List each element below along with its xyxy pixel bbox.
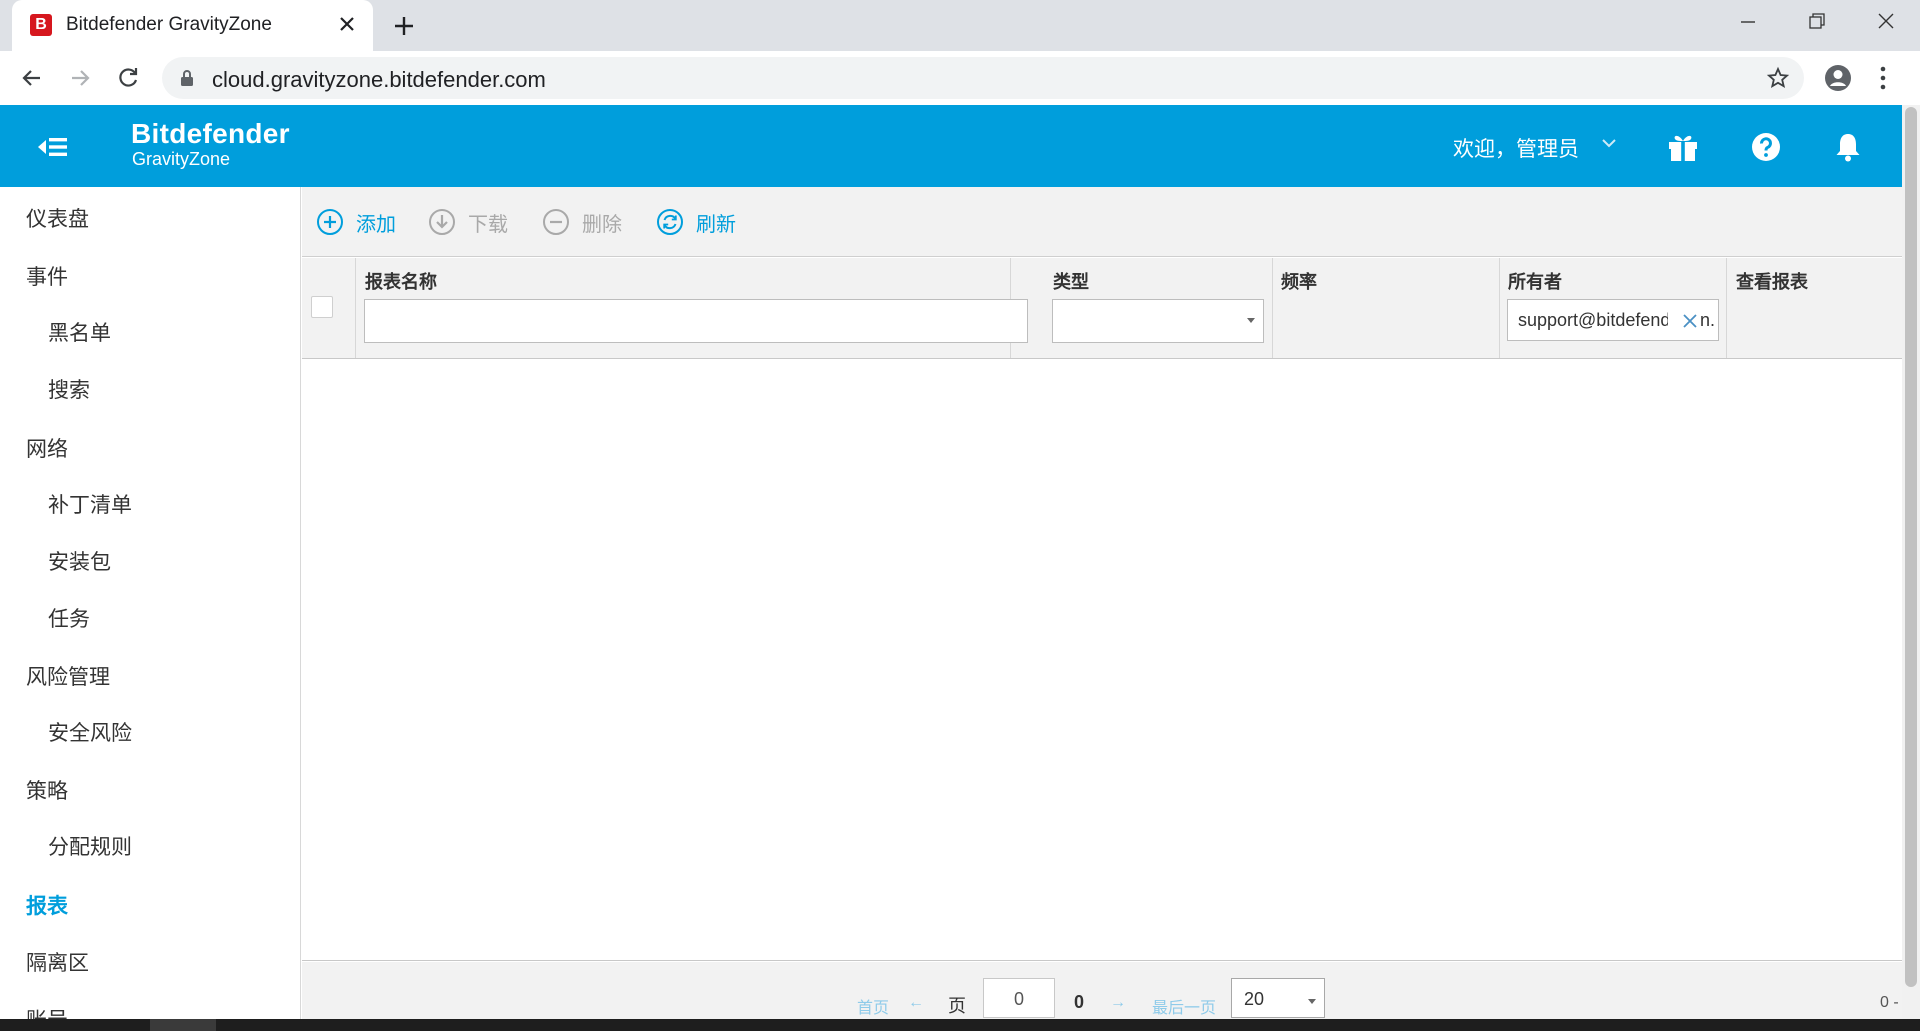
- column-label-frequency[interactable]: 频率: [1281, 268, 1317, 294]
- download-report-button[interactable]: 下载: [428, 207, 508, 237]
- collapse-menu-icon[interactable]: [36, 133, 70, 161]
- url-text: cloud.gravityzone.bitdefender.com: [212, 67, 546, 92]
- last-page-link[interactable]: 最后一页: [1152, 994, 1216, 1018]
- owner-filter-value: support@bitdefender.com: [1518, 310, 1668, 330]
- taskbar-app-button[interactable]: [150, 1019, 216, 1031]
- help-icon[interactable]: [1750, 131, 1782, 163]
- page-label: 页: [948, 996, 966, 1016]
- sidebar-item-patch-inventory[interactable]: 补丁清单: [48, 489, 132, 519]
- first-page-link[interactable]: 首页: [857, 994, 889, 1018]
- sidebar-item-tasks[interactable]: 任务: [48, 603, 90, 633]
- page-number-input[interactable]: 0: [983, 978, 1055, 1018]
- browser-tab[interactable]: B Bitdefender GravityZone: [12, 0, 373, 51]
- forward-icon[interactable]: [66, 64, 94, 92]
- column-view-report: 查看报表: [1727, 258, 1902, 358]
- dropdown-arrow-icon: [1247, 318, 1255, 323]
- sidebar-item-network[interactable]: 网络: [26, 433, 68, 463]
- brand-name: Bitdefender: [131, 118, 290, 149]
- sidebar-item-search[interactable]: 搜索: [48, 374, 90, 404]
- close-tab-icon[interactable]: [335, 12, 359, 36]
- sidebar-item-packages[interactable]: 安装包: [48, 546, 111, 576]
- minimize-icon[interactable]: [1718, 0, 1778, 44]
- sidebar-item-dashboard[interactable]: 仪表盘: [26, 203, 89, 233]
- download-circle-icon: [429, 209, 455, 235]
- browser-tab-bar: B Bitdefender GravityZone: [0, 0, 1920, 51]
- sidebar-item-security-risks[interactable]: 安全风险: [48, 717, 132, 747]
- page-scrollbar[interactable]: [1902, 105, 1920, 1019]
- report-name-filter-input[interactable]: [364, 299, 1028, 343]
- sidebar-item-policies[interactable]: 策略: [26, 775, 68, 805]
- refresh-circle-icon: [657, 209, 683, 235]
- page-total: 0: [1074, 992, 1085, 1012]
- column-frequency: 频率: [1272, 258, 1500, 358]
- reports-grid-header: 报表名称 类型 频率 所有者 support@bitdefender.com n…: [302, 258, 1902, 359]
- bookmark-star-icon[interactable]: [1766, 66, 1790, 90]
- sidebar-item-risk-management[interactable]: 风险管理: [26, 661, 110, 691]
- plus-circle-icon: [317, 209, 343, 235]
- sidebar-item-incidents[interactable]: 事件: [26, 261, 68, 291]
- add-report-button[interactable]: 添加: [316, 207, 396, 237]
- download-label: 下载: [468, 213, 508, 236]
- new-tab-icon[interactable]: [390, 12, 418, 40]
- reports-toolbar: 添加 下载 删除 刷新: [302, 187, 1902, 257]
- gift-icon[interactable]: [1666, 131, 1700, 163]
- sidebar-item-quarantine[interactable]: 隔离区: [26, 947, 89, 977]
- sidebar-item-assignment-rules[interactable]: 分配规则: [48, 831, 132, 861]
- refresh-label: 刷新: [696, 213, 736, 236]
- prev-page-arrow[interactable]: ←: [908, 994, 924, 1012]
- reload-icon[interactable]: [114, 64, 142, 92]
- address-bar[interactable]: cloud.gravityzone.bitdefender.com: [162, 57, 1804, 99]
- scrollbar-thumb[interactable]: [1905, 107, 1917, 987]
- delete-report-button[interactable]: 删除: [542, 207, 622, 237]
- chevron-down-icon[interactable]: [1601, 137, 1617, 149]
- dropdown-arrow-icon: [1308, 999, 1316, 1004]
- column-report-name: 报表名称: [356, 258, 1028, 358]
- column-label-type[interactable]: 类型: [1053, 268, 1089, 294]
- reports-panel: 添加 下载 删除 刷新 报表名称 类型 频率 所有者 support@bitde…: [302, 187, 1902, 1019]
- column-owner: 所有者 support@bitdefender.com n.: [1499, 258, 1727, 358]
- owner-filter-input[interactable]: support@bitdefender.com n.: [1507, 299, 1719, 341]
- sidebar-item-accounts[interactable]: 账号: [26, 1004, 68, 1019]
- back-icon[interactable]: [18, 64, 46, 92]
- owner-filter-overflow: n.: [1700, 310, 1716, 330]
- lock-icon[interactable]: [180, 69, 194, 87]
- app-header: Bitdefender GravityZone 欢迎，管理员: [0, 105, 1902, 187]
- delete-label: 删除: [582, 213, 622, 236]
- user-menu-label[interactable]: 欢迎，管理员: [1453, 133, 1579, 163]
- sidebar-item-blocklist[interactable]: 黑名单: [48, 317, 111, 347]
- page-size-value: 20: [1244, 989, 1265, 1009]
- add-label: 添加: [356, 213, 396, 236]
- brand-product: GravityZone: [132, 149, 231, 169]
- notifications-bell-icon[interactable]: [1833, 131, 1863, 163]
- profile-icon[interactable]: [1823, 63, 1853, 93]
- column-type: 类型: [1044, 258, 1273, 358]
- minus-circle-icon: [543, 209, 569, 235]
- pagination-bar: 首页 ← 页 0 0 → 最后一页 20 0 -: [302, 962, 1902, 1019]
- browser-menu-icon[interactable]: [1878, 63, 1888, 93]
- sidebar-nav: 仪表盘 事件 黑名单 搜索 网络 补丁清单 安装包 任务 风险管理 安全风险 策…: [0, 187, 301, 1019]
- type-filter-select[interactable]: [1052, 299, 1264, 343]
- restore-icon[interactable]: [1786, 0, 1846, 44]
- browser-toolbar: cloud.gravityzone.bitdefender.com: [0, 51, 1920, 105]
- tab-title: Bitdefender GravityZone: [66, 14, 272, 35]
- close-window-icon[interactable]: [1856, 0, 1916, 44]
- clear-filter-icon[interactable]: [1682, 313, 1698, 329]
- results-range: 0 -: [1880, 994, 1899, 1011]
- column-label-report-name[interactable]: 报表名称: [365, 268, 437, 294]
- page-size-select[interactable]: 20: [1231, 978, 1325, 1018]
- reports-grid-body: [302, 359, 1902, 961]
- os-taskbar: [0, 1019, 1920, 1031]
- column-label-owner[interactable]: 所有者: [1508, 268, 1562, 294]
- bitdefender-favicon-icon: B: [30, 14, 52, 36]
- select-column: [302, 258, 356, 358]
- bitdefender-logo[interactable]: Bitdefender GravityZone: [131, 118, 290, 170]
- sidebar-item-reports[interactable]: 报表: [26, 890, 68, 920]
- select-all-checkbox[interactable]: [311, 296, 333, 318]
- refresh-button[interactable]: 刷新: [656, 207, 736, 237]
- column-label-view-report[interactable]: 查看报表: [1736, 268, 1808, 294]
- next-page-arrow[interactable]: →: [1110, 994, 1126, 1012]
